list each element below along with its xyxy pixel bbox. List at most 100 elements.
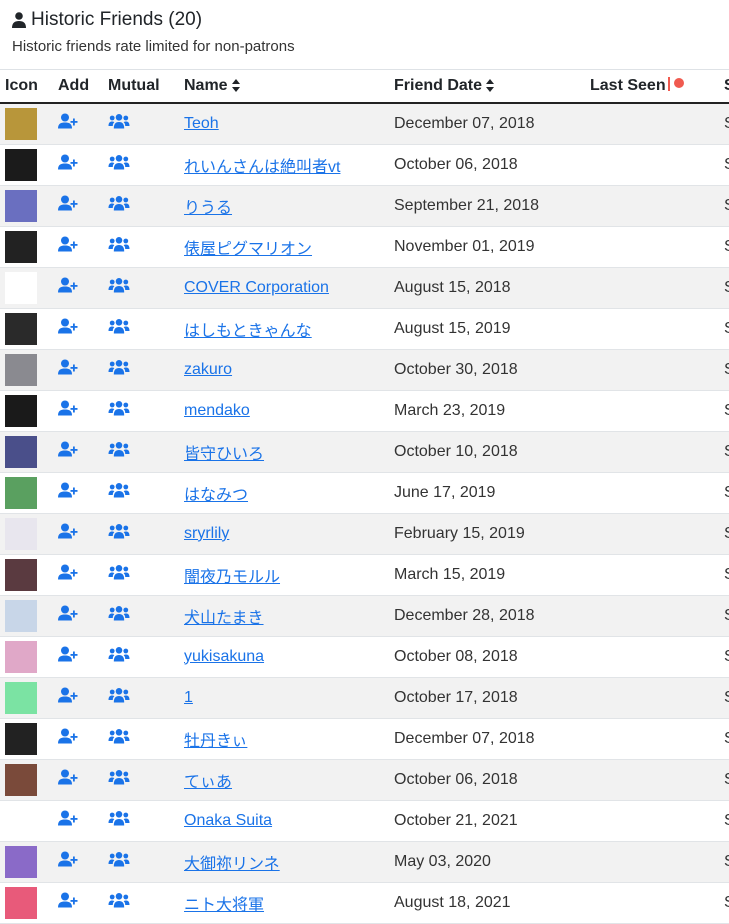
user-plus-icon[interactable] bbox=[58, 441, 108, 462]
avatar[interactable] bbox=[5, 353, 37, 386]
friend-name-link[interactable]: yukisakuna bbox=[184, 648, 264, 665]
users-icon[interactable] bbox=[108, 154, 184, 175]
column-header-name[interactable]: Name bbox=[184, 70, 394, 103]
friend-name-link[interactable]: りうる bbox=[184, 200, 232, 217]
avatar[interactable] bbox=[5, 599, 37, 632]
users-icon[interactable] bbox=[108, 523, 184, 544]
user-plus-icon[interactable] bbox=[58, 769, 108, 790]
users-icon[interactable] bbox=[108, 851, 184, 872]
avatar[interactable] bbox=[5, 435, 37, 468]
avatar[interactable] bbox=[5, 517, 37, 550]
icon-cell bbox=[0, 595, 58, 636]
status-cell: S bbox=[724, 185, 729, 226]
user-plus-icon[interactable] bbox=[58, 523, 108, 544]
friend-name-link[interactable]: Onaka Suita bbox=[184, 812, 272, 829]
user-plus-icon[interactable] bbox=[58, 687, 108, 708]
users-icon[interactable] bbox=[108, 687, 184, 708]
user-plus-icon[interactable] bbox=[58, 605, 108, 626]
avatar[interactable] bbox=[5, 886, 37, 919]
user-plus-icon[interactable] bbox=[58, 564, 108, 585]
avatar[interactable] bbox=[5, 804, 37, 837]
user-plus-icon[interactable] bbox=[58, 195, 108, 216]
friend-name-link[interactable]: 犬山たまき bbox=[184, 610, 264, 627]
avatar[interactable] bbox=[5, 640, 37, 673]
avatar[interactable] bbox=[5, 107, 37, 140]
friend-name-link[interactable]: 俵屋ピグマリオン bbox=[184, 241, 312, 258]
avatar[interactable] bbox=[5, 681, 37, 714]
friend-date: October 21, 2021 bbox=[394, 811, 518, 829]
sort-icon[interactable] bbox=[231, 79, 240, 93]
column-header-last-seen[interactable]: Last Seen bbox=[590, 70, 724, 103]
friend-name-link[interactable]: 皆守ひいろ bbox=[184, 446, 264, 463]
users-icon[interactable] bbox=[108, 277, 184, 298]
avatar[interactable] bbox=[5, 312, 37, 345]
user-plus-icon[interactable] bbox=[58, 728, 108, 749]
user-plus-icon[interactable] bbox=[58, 277, 108, 298]
friend-name-link[interactable]: sryrlily bbox=[184, 525, 229, 542]
users-icon[interactable] bbox=[108, 195, 184, 216]
friend-name-link[interactable]: はなみつ bbox=[184, 487, 248, 504]
users-icon[interactable] bbox=[108, 810, 184, 831]
users-icon[interactable] bbox=[108, 482, 184, 503]
name-cell: 皆守ひいろ bbox=[184, 431, 394, 472]
users-icon[interactable] bbox=[108, 236, 184, 257]
friend-name-link[interactable]: mendako bbox=[184, 402, 250, 419]
users-icon[interactable] bbox=[108, 769, 184, 790]
users-icon[interactable] bbox=[108, 892, 184, 913]
friend-name-link[interactable]: 闇夜乃モルル bbox=[184, 569, 280, 586]
friend-name-link[interactable]: はしもときゃんな bbox=[184, 323, 312, 340]
users-icon[interactable] bbox=[108, 400, 184, 421]
user-plus-icon[interactable] bbox=[58, 892, 108, 913]
friend-date-cell: December 07, 2018 bbox=[394, 103, 590, 144]
status-text: S bbox=[724, 402, 729, 419]
avatar[interactable] bbox=[5, 189, 37, 222]
friend-name-link[interactable]: Teoh bbox=[184, 115, 219, 132]
user-plus-icon[interactable] bbox=[58, 154, 108, 175]
last-seen-cell bbox=[590, 390, 724, 431]
friend-name-link[interactable]: ニト大将軍 bbox=[184, 897, 264, 914]
name-cell: 犬山たまき bbox=[184, 595, 394, 636]
avatar[interactable] bbox=[5, 476, 37, 509]
users-icon[interactable] bbox=[108, 728, 184, 749]
user-plus-icon[interactable] bbox=[58, 236, 108, 257]
users-icon[interactable] bbox=[108, 318, 184, 339]
users-icon[interactable] bbox=[108, 359, 184, 380]
friend-date: June 17, 2019 bbox=[394, 483, 496, 501]
user-plus-icon[interactable] bbox=[58, 851, 108, 872]
friend-name-link[interactable]: てぃあ bbox=[184, 774, 232, 791]
icon-cell bbox=[0, 308, 58, 349]
friend-date-cell: October 06, 2018 bbox=[394, 759, 590, 800]
friend-name-link[interactable]: 大御祢リンネ bbox=[184, 856, 280, 873]
users-icon[interactable] bbox=[108, 564, 184, 585]
avatar[interactable] bbox=[5, 722, 37, 755]
user-plus-icon[interactable] bbox=[58, 482, 108, 503]
user-plus-icon[interactable] bbox=[58, 810, 108, 831]
users-icon[interactable] bbox=[108, 646, 184, 667]
avatar[interactable] bbox=[5, 394, 37, 427]
user-plus-icon[interactable] bbox=[58, 318, 108, 339]
sort-icon[interactable] bbox=[486, 79, 495, 93]
status-text: S bbox=[724, 730, 729, 747]
avatar[interactable] bbox=[5, 558, 37, 591]
users-icon[interactable] bbox=[108, 441, 184, 462]
friend-name-link[interactable]: れいんさんは絶叫者vt bbox=[184, 159, 340, 176]
friend-name-link[interactable]: COVER Corporation bbox=[184, 279, 329, 296]
avatar[interactable] bbox=[5, 230, 37, 263]
user-plus-icon[interactable] bbox=[58, 359, 108, 380]
user-plus-icon[interactable] bbox=[58, 113, 108, 134]
icon-cell bbox=[0, 267, 58, 308]
users-icon[interactable] bbox=[108, 113, 184, 134]
avatar[interactable] bbox=[5, 271, 37, 304]
column-header-friend-date[interactable]: Friend Date bbox=[394, 70, 590, 103]
user-plus-icon[interactable] bbox=[58, 646, 108, 667]
avatar[interactable] bbox=[5, 763, 37, 796]
status-text: S bbox=[724, 648, 729, 665]
friend-name-link[interactable]: 牡丹きぃ bbox=[184, 733, 247, 750]
users-icon[interactable] bbox=[108, 605, 184, 626]
avatar[interactable] bbox=[5, 148, 37, 181]
avatar[interactable] bbox=[5, 845, 37, 878]
friend-name-link[interactable]: zakuro bbox=[184, 361, 232, 378]
user-plus-icon[interactable] bbox=[58, 400, 108, 421]
friend-name-link[interactable]: 1 bbox=[184, 689, 193, 706]
add-cell bbox=[58, 677, 108, 718]
